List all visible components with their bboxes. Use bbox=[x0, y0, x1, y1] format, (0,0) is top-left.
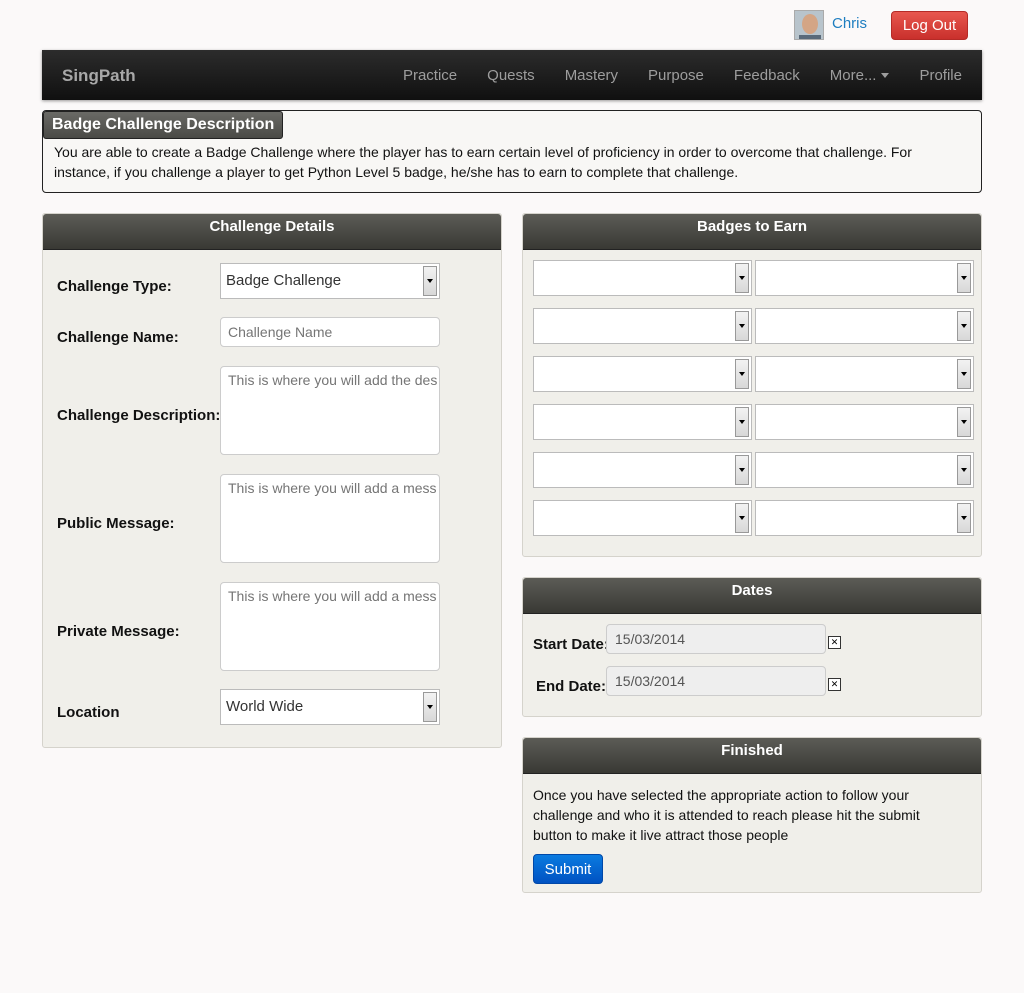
challenge-name-input[interactable] bbox=[220, 317, 440, 347]
private-message-input[interactable] bbox=[220, 582, 440, 671]
nav-item-quests[interactable]: Quests bbox=[472, 67, 550, 84]
avatar[interactable] bbox=[794, 10, 824, 40]
challenge-description-label: Challenge Description: bbox=[57, 407, 221, 424]
dropdown-arrow-icon bbox=[735, 311, 749, 341]
dropdown-arrow-icon bbox=[957, 359, 971, 389]
nav-item-purpose[interactable]: Purpose bbox=[633, 67, 719, 84]
location-label: Location bbox=[57, 704, 120, 721]
location-value: World Wide bbox=[226, 698, 304, 715]
private-message-label: Private Message: bbox=[57, 623, 180, 640]
badges-heading: Badges to Earn bbox=[523, 214, 981, 250]
badge-select[interactable] bbox=[533, 356, 752, 392]
nav-item-practice[interactable]: Practice bbox=[388, 67, 472, 84]
navbar: SingPath Practice Quests Mastery Purpose… bbox=[42, 50, 982, 100]
badge-select[interactable] bbox=[755, 452, 974, 488]
challenge-details-panel: Challenge Details Challenge Type: Badge … bbox=[42, 213, 502, 748]
description-text: You are able to create a Badge Challenge… bbox=[54, 144, 912, 180]
badge-select[interactable] bbox=[755, 404, 974, 440]
start-date-input[interactable]: 15/03/2014 bbox=[606, 624, 826, 654]
challenge-type-value: Badge Challenge bbox=[226, 272, 342, 289]
challenge-type-label: Challenge Type: bbox=[57, 278, 172, 295]
logout-button[interactable]: Log Out bbox=[891, 11, 968, 40]
badge-select[interactable] bbox=[533, 452, 752, 488]
dropdown-arrow-icon bbox=[423, 692, 437, 722]
dropdown-arrow-icon bbox=[957, 503, 971, 533]
calendar-icon[interactable]: ✕ bbox=[828, 678, 841, 691]
start-date-label: Start Date: bbox=[533, 636, 609, 653]
nav-item-profile[interactable]: Profile bbox=[904, 67, 982, 84]
end-date-label: End Date: bbox=[536, 678, 607, 695]
calendar-icon[interactable]: ✕ bbox=[828, 636, 841, 649]
dates-panel: Dates Start Date: 15/03/2014 ✕ End Date:… bbox=[522, 577, 982, 717]
badge-select[interactable] bbox=[533, 404, 752, 440]
badge-select[interactable] bbox=[755, 500, 974, 536]
dropdown-arrow-icon bbox=[735, 263, 749, 293]
challenge-details-heading: Challenge Details bbox=[43, 214, 501, 250]
public-message-label: Public Message: bbox=[57, 515, 175, 532]
dropdown-arrow-icon bbox=[423, 266, 437, 296]
badge-select[interactable] bbox=[533, 500, 752, 536]
nav-item-mastery[interactable]: Mastery bbox=[550, 67, 633, 84]
description-box: Badge Challenge Description You are able… bbox=[42, 110, 982, 193]
dropdown-arrow-icon bbox=[957, 407, 971, 437]
badge-select[interactable] bbox=[533, 260, 752, 296]
end-date-input[interactable]: 15/03/2014 bbox=[606, 666, 826, 696]
description-title: Badge Challenge Description bbox=[43, 111, 284, 139]
submit-button[interactable]: Submit bbox=[533, 854, 603, 884]
chevron-down-icon bbox=[881, 72, 890, 78]
finished-text: Once you have selected the appropriate a… bbox=[533, 787, 920, 843]
dropdown-arrow-icon bbox=[735, 359, 749, 389]
challenge-name-label: Challenge Name: bbox=[57, 329, 179, 346]
location-select[interactable]: World Wide bbox=[220, 689, 440, 725]
nav-item-feedback[interactable]: Feedback bbox=[719, 67, 815, 84]
dates-heading: Dates bbox=[523, 578, 981, 614]
badge-select[interactable] bbox=[755, 260, 974, 296]
finished-heading: Finished bbox=[523, 738, 981, 774]
challenge-type-select[interactable]: Badge Challenge bbox=[220, 263, 440, 299]
brand-logo[interactable]: SingPath bbox=[62, 66, 136, 86]
badge-select[interactable] bbox=[755, 308, 974, 344]
nav-more-label: More... bbox=[829, 66, 877, 84]
dropdown-arrow-icon bbox=[957, 311, 971, 341]
nav-item-more[interactable]: More... bbox=[815, 67, 905, 84]
badges-panel: Badges to Earn bbox=[522, 213, 982, 557]
nav-menu: Practice Quests Mastery Purpose Feedback… bbox=[388, 50, 982, 100]
badge-select[interactable] bbox=[533, 308, 752, 344]
dropdown-arrow-icon bbox=[735, 407, 749, 437]
username-link[interactable]: Chris bbox=[832, 15, 867, 32]
dropdown-arrow-icon bbox=[957, 455, 971, 485]
public-message-input[interactable] bbox=[220, 474, 440, 563]
dropdown-arrow-icon bbox=[957, 263, 971, 293]
challenge-description-input[interactable] bbox=[220, 366, 440, 455]
badge-select[interactable] bbox=[755, 356, 974, 392]
dropdown-arrow-icon bbox=[735, 503, 749, 533]
dropdown-arrow-icon bbox=[735, 455, 749, 485]
finished-panel: Finished Once you have selected the appr… bbox=[522, 737, 982, 893]
